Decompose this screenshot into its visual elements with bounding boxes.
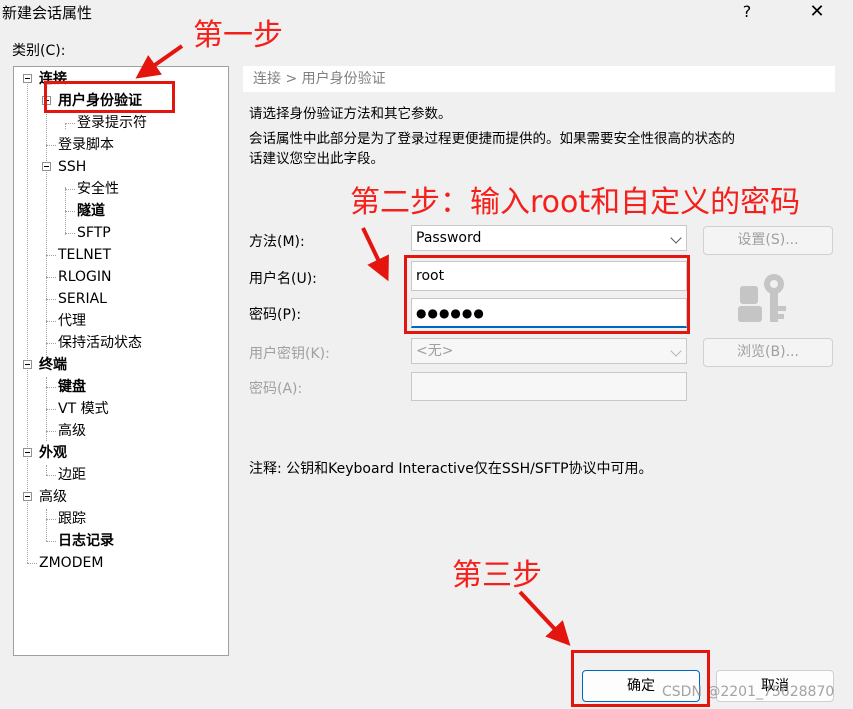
annotation-arrows	[135, 44, 571, 646]
arrow-icon	[135, 44, 184, 79]
arrow-icon	[518, 590, 571, 646]
arrow-icon	[361, 227, 389, 282]
